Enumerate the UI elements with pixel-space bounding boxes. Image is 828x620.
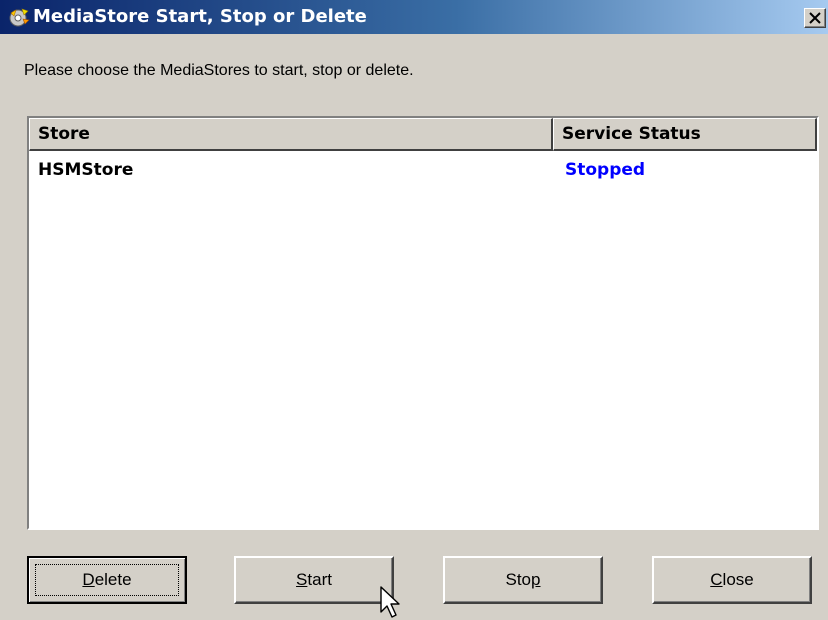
service-status-cell: Stopped [565,160,646,180]
mediastore-dialog: MediaStore Start, Stop or Delete Please … [0,0,828,620]
close-button-label: Close [710,570,754,589]
column-header-service-status[interactable]: Service Status [553,118,817,151]
list-row[interactable]: HSMStore Stopped [29,155,817,185]
start-button-label: Start [296,570,332,589]
start-button[interactable]: Start [234,556,394,604]
window-title: MediaStore Start, Stop or Delete [33,6,367,27]
store-name-cell: HSMStore [38,160,134,180]
stop-button-label: Stop [505,570,541,589]
list-header: Store Service Status [29,118,817,151]
close-button[interactable]: Close [652,556,812,604]
mediastore-app-icon [8,7,30,27]
close-window-button[interactable] [804,8,826,28]
delete-button[interactable]: Delete [27,556,187,604]
delete-button-label: Delete [82,570,132,589]
instructions-text: Please choose the MediaStores to start, … [24,62,414,79]
title-bar[interactable]: MediaStore Start, Stop or Delete [0,0,828,34]
stop-button[interactable]: Stop [443,556,603,604]
mediastore-list[interactable]: Store Service Status HSMStore Stopped [27,116,819,530]
column-header-store[interactable]: Store [29,118,553,151]
